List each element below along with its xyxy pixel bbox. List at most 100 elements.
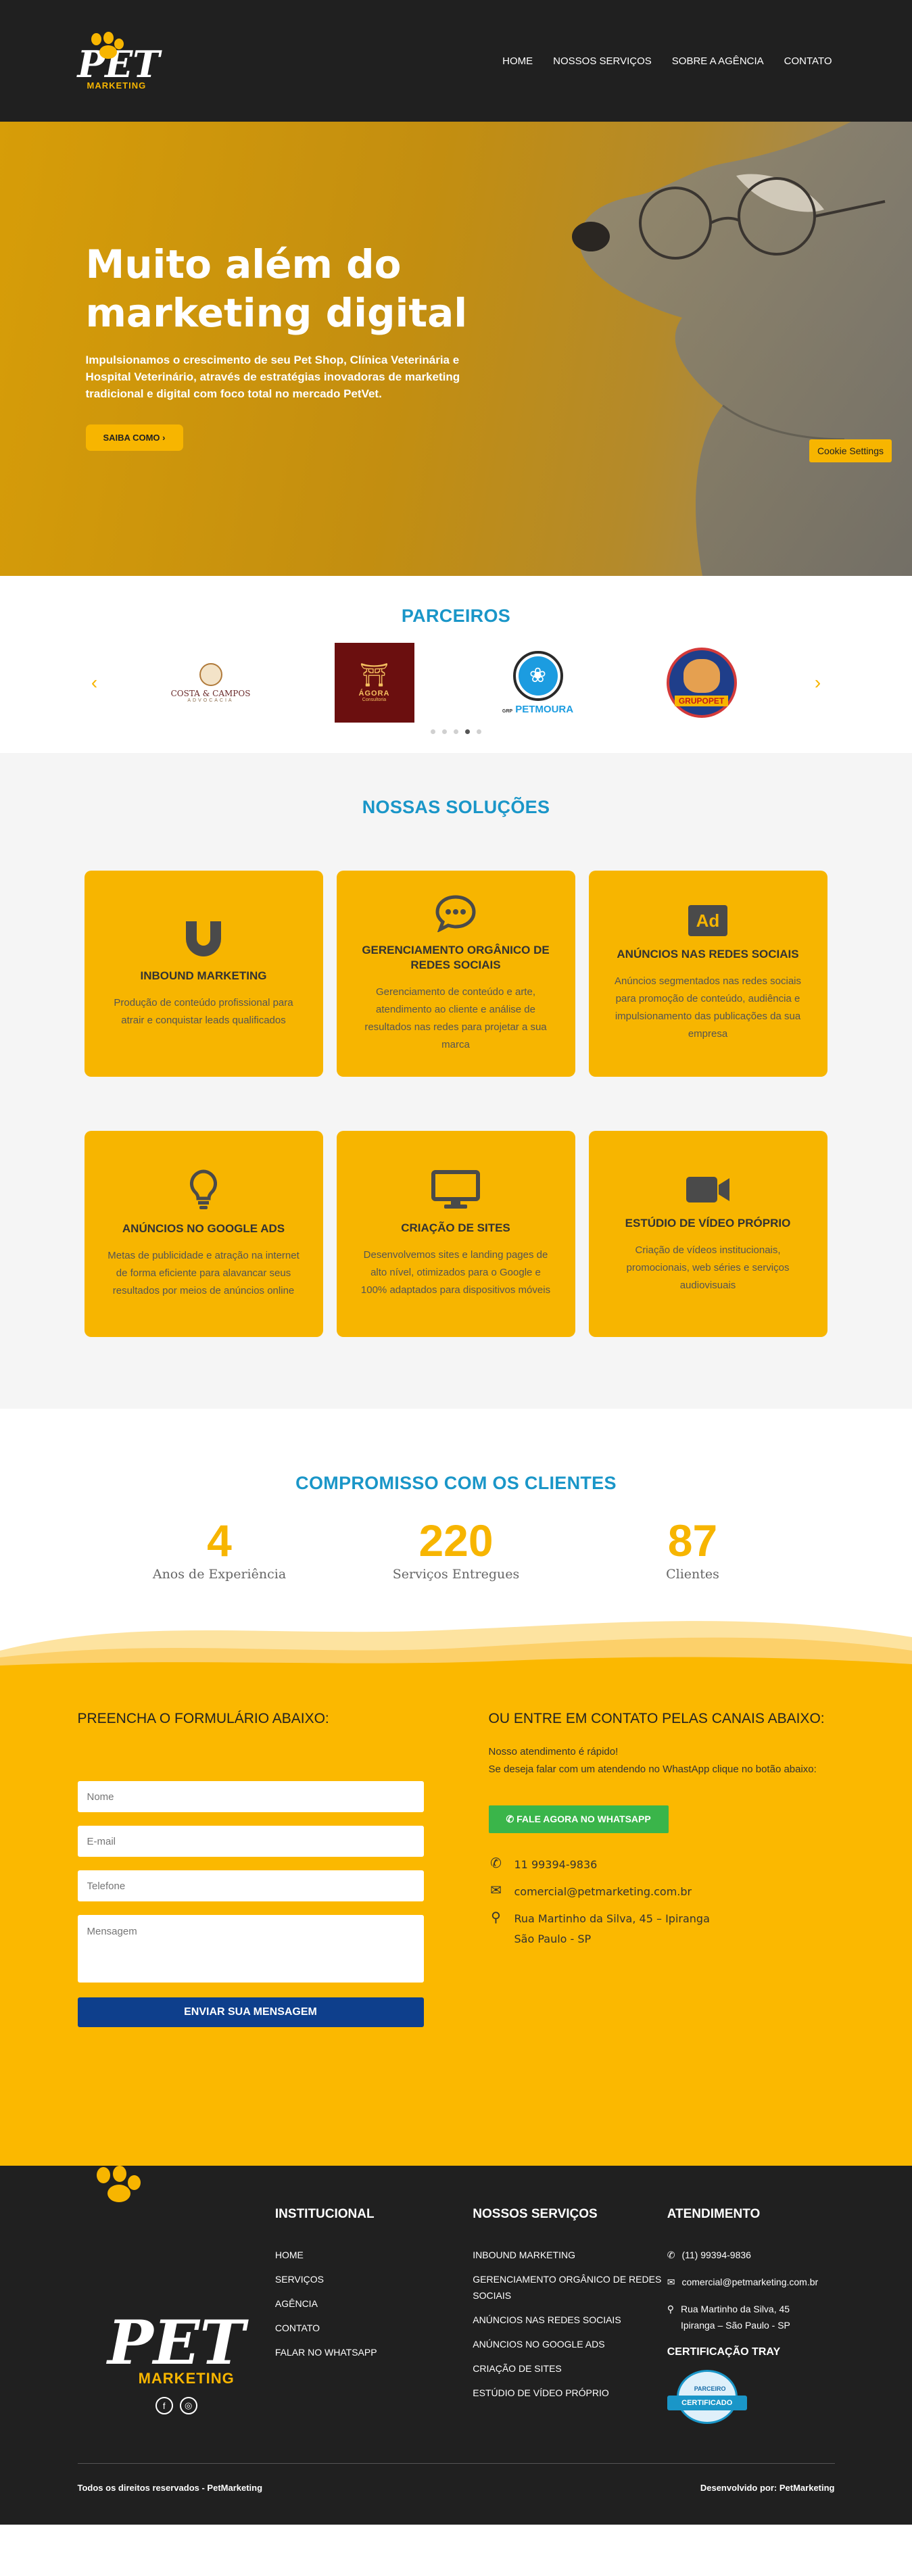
stats-row: 4 Anos de Experiência 220 Serviços Entre… (118, 1517, 794, 1582)
cookie-settings-button[interactable]: Cookie Settings (809, 439, 892, 462)
partner-logo-costa-campos[interactable]: COSTA & CAMPOS ADVOCACIA (147, 639, 275, 727)
footer-phone[interactable]: (11) 99394-9836 (681, 2247, 750, 2263)
partner-name: COSTA & CAMPOS (170, 688, 251, 698)
envelope-icon: ✉ (667, 2277, 675, 2287)
lightbulb-icon (189, 1169, 218, 1209)
footer-link-inbound[interactable]: INBOUND MARKETING (473, 2247, 667, 2263)
card-title: CRIAÇÃO DE SITES (401, 1221, 510, 1234)
nav-services[interactable]: NOSSOS SERVIÇOS (553, 55, 652, 67)
card-text: Anúncios segmentados nas redes sociais p… (615, 975, 801, 1040)
footer-link-video[interactable]: ESTÚDIO DE VÍDEO PRÓPRIO (473, 2385, 667, 2401)
carousel-next-button[interactable]: › (801, 672, 835, 694)
hero-subtitle: Impulsionamos o crescimento de seu Pet S… (85, 354, 460, 400)
site-header: PET MARKETING HOME NOSSOS SERVIÇOS SOBRE… (0, 0, 912, 122)
carousel-dot-active[interactable] (465, 729, 470, 734)
footer-institutional: INSTITUCIONAL HOME SERVIÇOS AGÊNCIA CONT… (275, 2206, 473, 2463)
carousel-dot[interactable] (454, 729, 458, 734)
partner-name-text: PETMOURA (515, 703, 574, 715)
social-links: f ◎ (155, 2397, 197, 2414)
badge-main-text: CERTIFICADO (667, 2396, 747, 2410)
whatsapp-button[interactable]: ✆ FALE AGORA NO WHATSAPP (488, 1805, 669, 1833)
footer-address: Rua Martinho da Silva, 45 Ipiranga – São … (681, 2301, 790, 2333)
footer-link-social-ads[interactable]: ANÚNCIOS NAS REDES SOCIAIS (473, 2312, 667, 2328)
send-message-button[interactable]: ENVIAR SUA MENSAGEM (77, 1997, 424, 2027)
nav-home[interactable]: HOME (502, 55, 533, 67)
partner-sub: GRP (502, 708, 513, 714)
channels-intro: Nosso atendimento é rápido! Se deseja fa… (489, 1743, 835, 1778)
whatsapp-label: FALE AGORA NO WHATSAPP (517, 1814, 651, 1824)
footer-link-social-organic[interactable]: GERENCIAMENTO ORGÂNICO DE REDES SOCIAIS (473, 2271, 667, 2304)
footer-link-contact[interactable]: CONTATO (275, 2320, 473, 2336)
lion-icon (199, 662, 222, 686)
card-text: Criação de vídeos institucionais, promoc… (626, 1244, 790, 1291)
agora-symbol-icon: ⛩ (359, 661, 389, 689)
solution-card-video[interactable]: ESTÚDIO DE VÍDEO PRÓPRIO Criação de víde… (588, 1131, 827, 1337)
footer-email[interactable]: comercial@petmarketing.com.br (681, 2274, 818, 2290)
channels-title: OU ENTRE EM CONTATO PELAS CANAIS ABAIXO: (488, 1711, 825, 1726)
footer-services: NOSSOS SERVIÇOS INBOUND MARKETING GERENC… (473, 2206, 667, 2463)
carousel-dot[interactable] (477, 729, 481, 734)
badge-top-text: PARCEIRO (694, 2385, 726, 2392)
address-line-1: Rua Martinho da Silva, 45 – Ipiranga (514, 1912, 710, 1925)
partners-section: PARCEIROS ‹ COSTA & CAMPOS ADVOCACIA ⛩ Á… (0, 576, 912, 753)
footer-link-whatsapp[interactable]: FALAR NO WHATSAPP (275, 2344, 473, 2360)
footer-bottom-bar: Todos os direitos reservados - PetMarket… (77, 2463, 835, 2493)
footer-phone-row: ✆ (11) 99394-9836 (667, 2247, 835, 2263)
carousel-dot[interactable] (431, 729, 435, 734)
partner-name: GRP PETMOURA (502, 704, 573, 715)
footer-link-google-ads[interactable]: ANÚNCIOS NO GOOGLE ADS (473, 2336, 667, 2352)
commitment-section: COMPROMISSO COM OS CLIENTES 4 Anos de Ex… (0, 1409, 912, 1671)
card-text: Gerenciamento de conteúdo e arte, atendi… (364, 986, 547, 1050)
envelope-icon: ✉ (490, 1882, 502, 1898)
footer-link-websites[interactable]: CRIAÇÃO DE SITES (473, 2360, 667, 2377)
stat-experience: 4 Anos de Experiência (118, 1517, 321, 1582)
intro-line-2: Se deseja falar com um atendendo no Whas… (488, 1764, 817, 1775)
email-input[interactable] (77, 1826, 424, 1857)
solution-card-social-organic[interactable]: GERENCIAMENTO ORGÂNICO DE REDES SOCIAIS … (336, 871, 575, 1077)
address-line-2: São Paulo - SP (514, 1933, 592, 1945)
contact-phone[interactable]: 11 99394-9836 (514, 1855, 598, 1875)
partner-logo-petmoura[interactable]: ❀ GRP PETMOURA (474, 639, 602, 727)
video-camera-icon (686, 1176, 729, 1202)
card-title: ANÚNCIOS NAS REDES SOCIAIS (617, 947, 799, 961)
footer-link-services[interactable]: SERVIÇOS (275, 2271, 473, 2287)
footer-col-title: ATENDIMENTO (667, 2207, 761, 2221)
learn-more-button[interactable]: SAIBA COMO › (85, 424, 183, 451)
footer-link-agency[interactable]: AGÊNCIA (275, 2295, 473, 2312)
map-pin-icon: ⚲ (491, 1909, 501, 1925)
magnet-icon (186, 921, 221, 956)
facebook-icon[interactable]: f (155, 2397, 173, 2414)
logo-text: PET (107, 2307, 245, 2379)
footer-col-title: NOSSOS SERVIÇOS (473, 2207, 598, 2221)
partner-sub: Consultoria (362, 697, 387, 702)
footer-email-row: ✉ comercial@petmarketing.com.br (667, 2274, 835, 2290)
name-input[interactable] (77, 1781, 424, 1812)
solution-card-social-ads[interactable]: Ad ANÚNCIOS NAS REDES SOCIAIS Anúncios s… (588, 871, 827, 1077)
message-textarea[interactable] (77, 1915, 424, 1983)
partners-carousel: ‹ COSTA & CAMPOS ADVOCACIA ⛩ ÁGORA Consu… (78, 639, 835, 727)
whatsapp-icon: ✆ (506, 1814, 514, 1824)
tray-certified-badge[interactable]: PARCEIRO CERTIFICADO (667, 2370, 747, 2428)
carousel-dot[interactable] (442, 729, 447, 734)
footer-link-home[interactable]: HOME (275, 2247, 473, 2263)
hero-section: Muito além do marketing digital Impulsio… (0, 122, 912, 576)
address-line-2: Ipiranga – São Paulo - SP (680, 2320, 790, 2331)
footer-address-row: ⚲ Rua Martinho da Silva, 45 Ipiranga – São… (667, 2301, 835, 2333)
contact-section: PREENCHA O FORMULÁRIO ABAIXO: ENVIAR SUA… (0, 1670, 912, 2166)
partner-logo-grupopet[interactable]: GRUPOPET (638, 639, 766, 727)
solution-card-google-ads[interactable]: ANÚNCIOS NO GOOGLE ADS Metas de publicid… (84, 1131, 323, 1337)
instagram-icon[interactable]: ◎ (179, 2397, 197, 2414)
phone-input[interactable] (77, 1870, 424, 1901)
card-title: ESTÚDIO DE VÍDEO PRÓPRIO (625, 1216, 791, 1230)
contact-email[interactable]: comercial@petmarketing.com.br (514, 1882, 692, 1902)
partners-title: PARCEIROS (401, 606, 511, 626)
partner-logo-agora[interactable]: ⛩ ÁGORA Consultoria (310, 639, 439, 727)
carousel-prev-button[interactable]: ‹ (78, 672, 112, 694)
chat-icon (435, 894, 476, 932)
footer-logo[interactable]: PET MARKETING f ◎ (78, 2166, 275, 2463)
logo[interactable]: PET MARKETING (78, 31, 160, 91)
solution-card-inbound[interactable]: INBOUND MARKETING Produção de conteúdo p… (84, 871, 323, 1077)
nav-about[interactable]: SOBRE A AGÊNCIA (672, 55, 764, 67)
nav-contact[interactable]: CONTATO (784, 55, 832, 67)
solution-card-websites[interactable]: CRIAÇÃO DE SITES Desenvolvemos sites e l… (336, 1131, 575, 1337)
